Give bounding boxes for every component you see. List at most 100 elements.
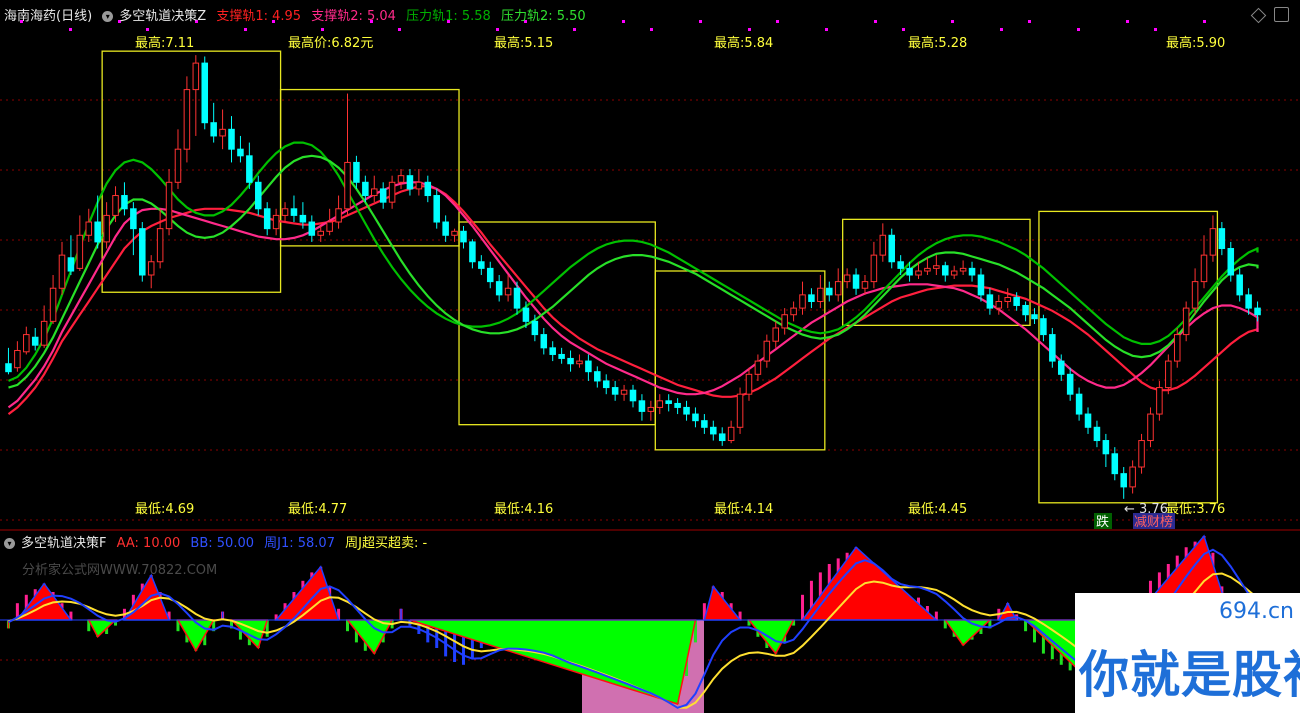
candle-body [629, 389, 637, 402]
candle-body [495, 281, 503, 296]
candle-body [727, 426, 735, 442]
candle-body [147, 261, 155, 276]
candle-body [1129, 466, 1136, 488]
support-line-2: 支撑轨2: 5.04 [311, 9, 396, 24]
candle-body [799, 294, 806, 309]
candle-body [701, 420, 708, 428]
candle-body [531, 320, 539, 336]
candle-body [281, 208, 289, 216]
candle-body [808, 294, 815, 302]
candle-body [255, 181, 262, 210]
candle-body [388, 181, 396, 203]
candle-body [1200, 254, 1208, 283]
candle-body [460, 230, 467, 243]
candle-body [504, 287, 512, 296]
signal-dot [874, 20, 877, 23]
candle-body [817, 287, 824, 302]
indicator-name[interactable]: 多空轨道决策Z [119, 9, 206, 24]
high-label: 最高:5.15 [494, 35, 553, 51]
candle-body [1218, 228, 1226, 250]
candle-body [165, 181, 173, 230]
signal-dot [496, 28, 499, 31]
candle-body [638, 400, 646, 412]
bear-area [87, 619, 118, 639]
site-slogan: 你就是股神 [1079, 646, 1300, 704]
candle-body [1227, 248, 1235, 276]
candle-body [1084, 413, 1092, 428]
candle-body [1066, 373, 1074, 395]
stock-title: 海南海药(日线) [4, 9, 93, 24]
stock-chart-window: 最高:7.11 最高价:6.82元 最高:5.15 最高:5.84 最高:5.28 最高:… [0, 0, 1300, 713]
candle-body [1138, 440, 1145, 468]
high-label: 最高:5.90 [1166, 35, 1225, 51]
candle-body [977, 274, 985, 296]
candle-body [94, 221, 101, 243]
high-label: 最高:5.84 [714, 35, 773, 51]
sub-indicator-menu-icon[interactable]: ▾ [4, 538, 15, 549]
bb-value: BB: 50.00 [190, 536, 254, 551]
window-square-icon[interactable] [1274, 7, 1289, 22]
candle-body [736, 393, 744, 428]
sub-indicator-name[interactable]: 多空轨道决策F [21, 536, 106, 551]
low-label: 最低:4.77 [288, 502, 347, 517]
candle-body [5, 363, 12, 373]
candle-body [415, 181, 423, 190]
candle-body [513, 287, 521, 309]
candle-body [469, 241, 476, 263]
candle-body [201, 62, 209, 124]
candle-body [924, 267, 931, 272]
candle-body [1191, 281, 1199, 309]
bull-area [801, 546, 939, 621]
low-label: 最低:4.16 [494, 502, 553, 517]
candle-body [299, 214, 307, 223]
high-label: 最高:7.11 [135, 35, 194, 51]
site-url: 694.cn [1218, 599, 1294, 624]
bear-area [176, 619, 215, 653]
signal-dot [1028, 20, 1031, 23]
candle-body [790, 307, 797, 316]
candle-body [1004, 297, 1011, 302]
pressure-line-2: 压力轨2: 5.50 [500, 9, 586, 24]
candle-body [156, 228, 164, 263]
high-label: 最高:5.28 [908, 35, 967, 51]
candle-body [959, 267, 967, 272]
candle-body [888, 234, 896, 263]
site-badge: 694.cn 你就是股神 [1075, 593, 1300, 713]
candle-body [656, 400, 664, 408]
candle-body [942, 265, 949, 276]
support-line-1: 支撑轨1: 4.95 [216, 9, 302, 24]
candle-body [1111, 453, 1119, 475]
high-low-labels: 最高:7.11 最高价:6.82元 最高:5.15 最高:5.84 最高:5.28 最高:… [20, 20, 1225, 530]
candle-body [219, 128, 226, 137]
candle-body [103, 214, 110, 243]
candle-body [852, 274, 860, 289]
candle-body [540, 334, 548, 349]
candle-body [406, 175, 414, 190]
candle-body [344, 161, 351, 210]
overbought-value: 周J超买超卖: - [345, 536, 428, 551]
candle-body [968, 267, 976, 276]
candle-body [353, 161, 360, 183]
signal-dot [650, 28, 653, 31]
candle-body [826, 287, 833, 296]
candle-body [14, 349, 21, 369]
indicator-menu-icon[interactable]: ▾ [102, 11, 114, 22]
high-label: 最高价:6.82元 [288, 35, 373, 51]
signal-dot [951, 20, 954, 23]
candle-body [237, 148, 244, 157]
high-low-box [101, 50, 282, 293]
candle-body [647, 406, 655, 412]
candle-body [558, 353, 565, 359]
candle-body [49, 287, 57, 322]
candle-body [183, 89, 191, 150]
candle-body [326, 221, 333, 232]
candle-body [602, 380, 610, 389]
candle-body [1254, 307, 1261, 316]
bear-area [409, 619, 697, 705]
candle-body [85, 221, 93, 236]
candle-body [585, 360, 592, 373]
candle-body [1236, 274, 1243, 296]
candle-body [576, 360, 583, 365]
signal-dot [321, 28, 324, 31]
candle-body [121, 195, 128, 210]
